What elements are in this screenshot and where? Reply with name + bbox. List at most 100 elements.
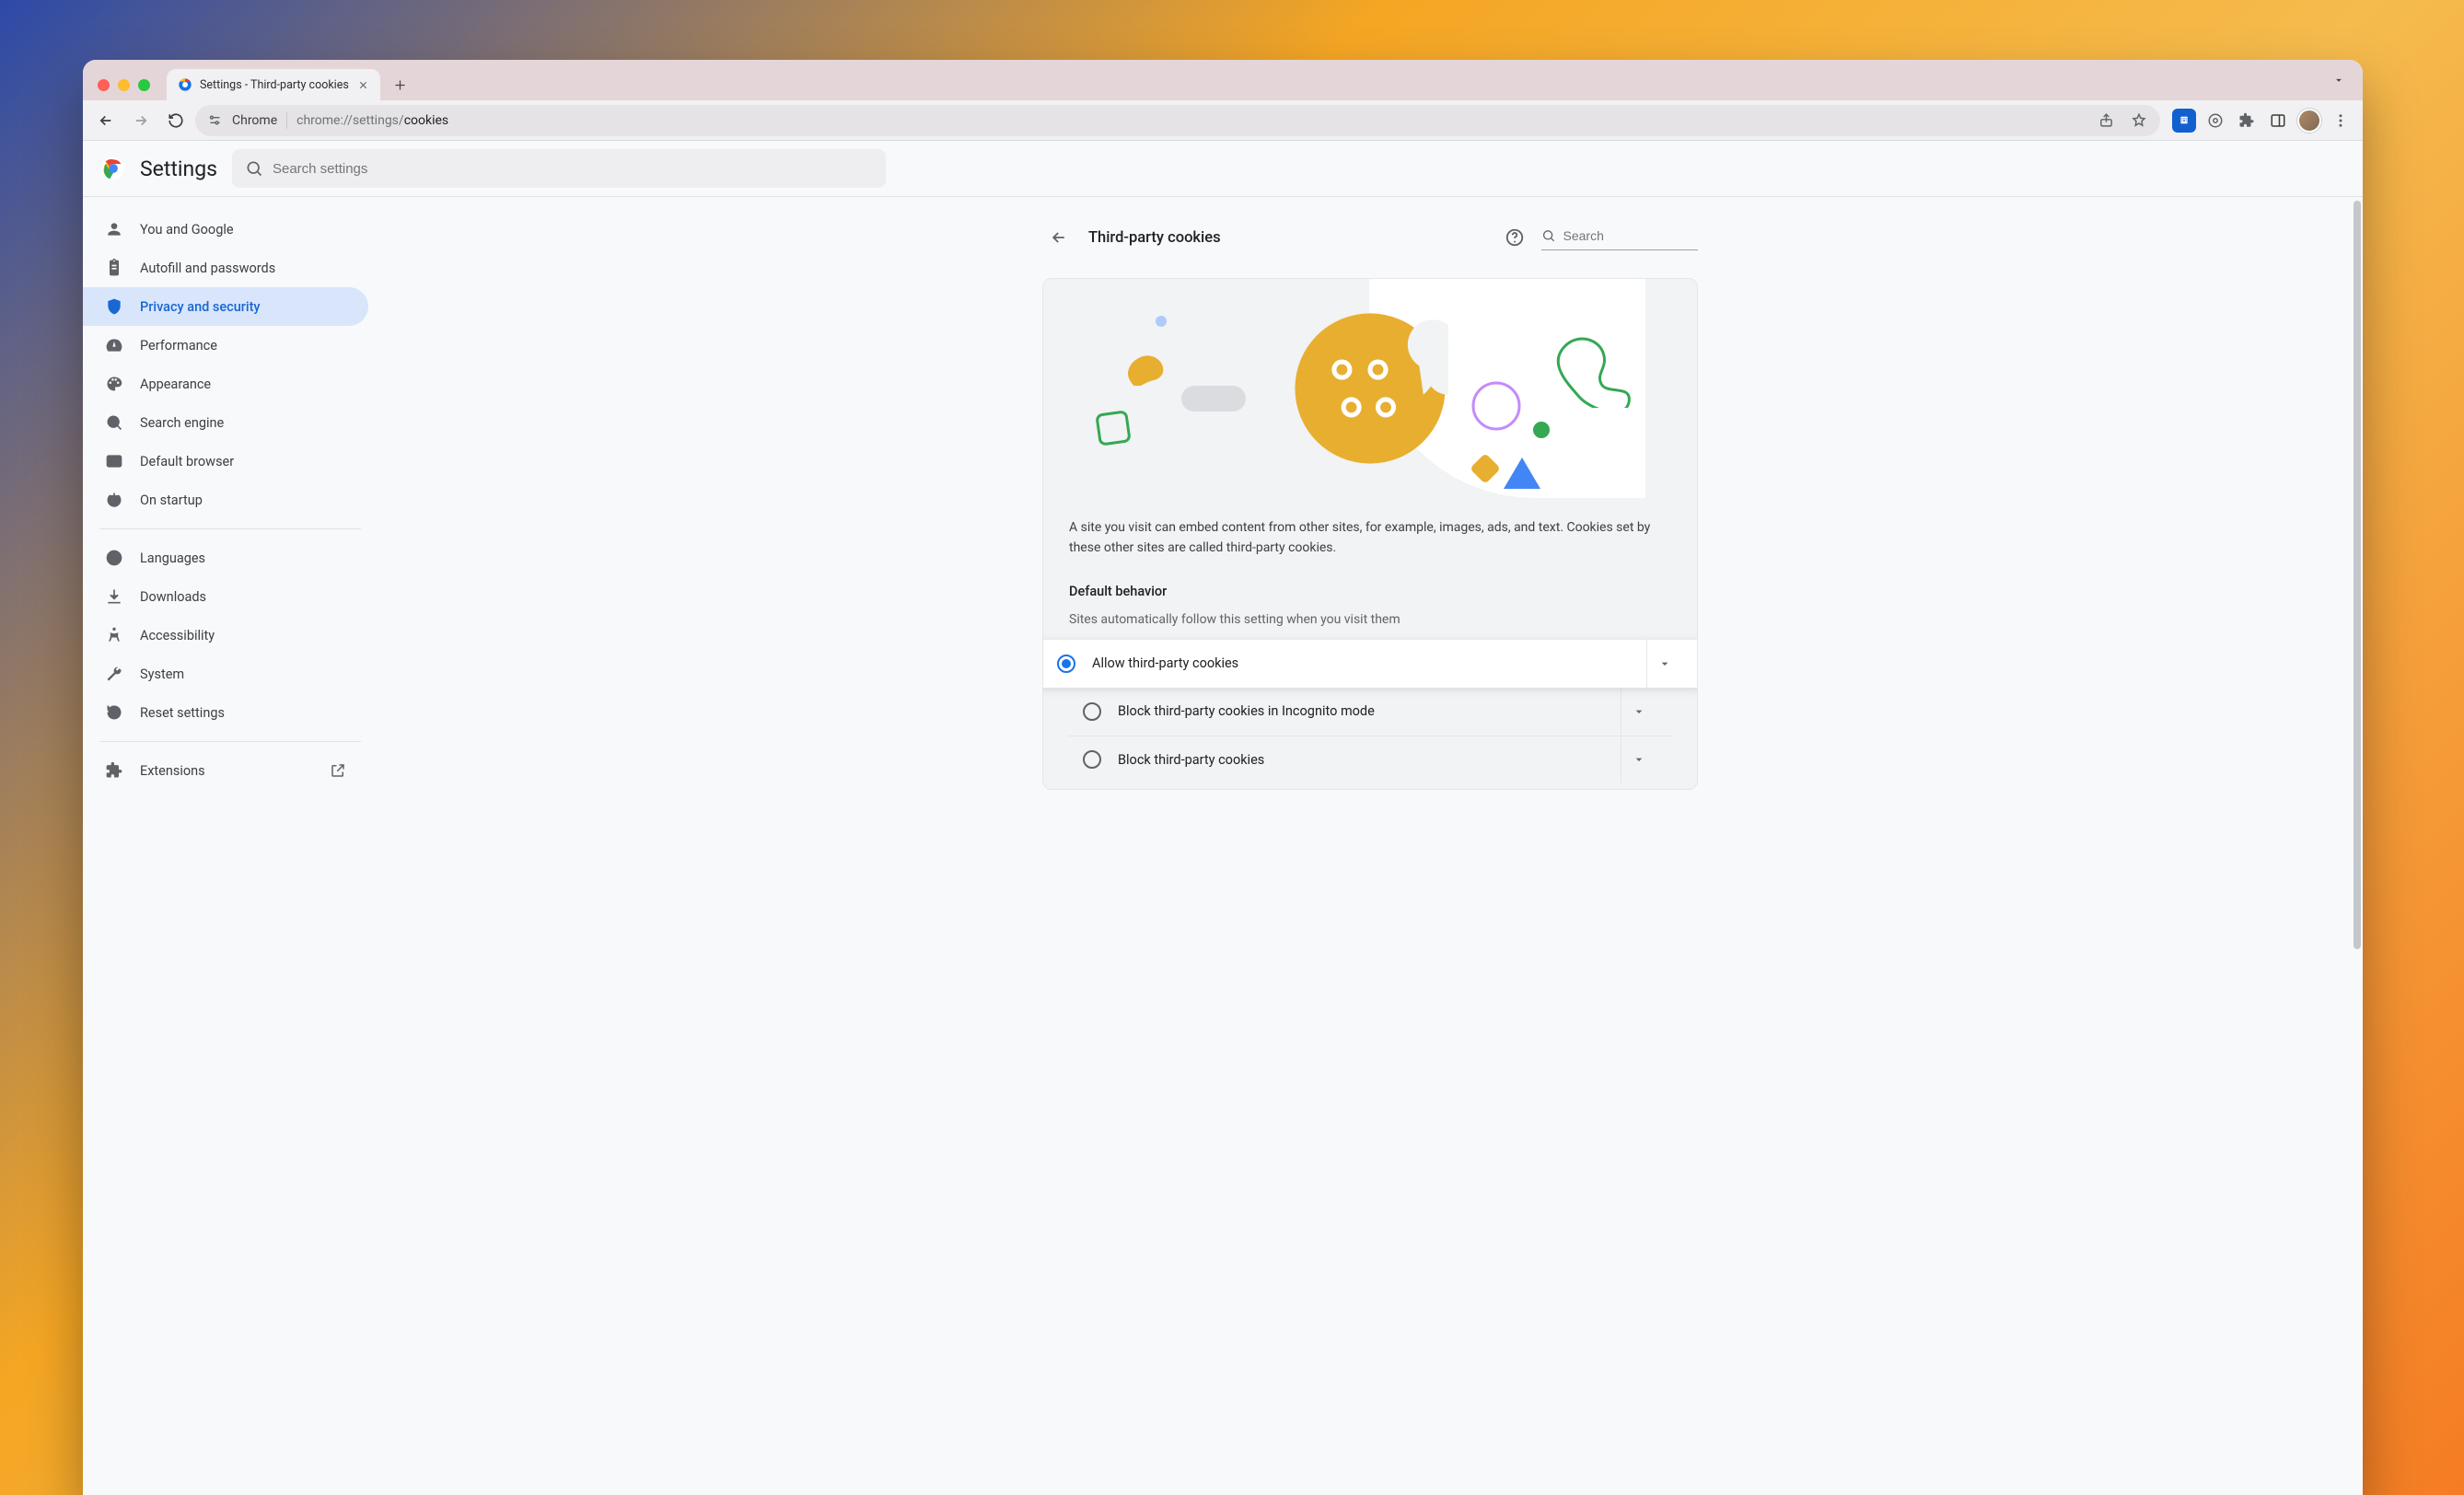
search-icon [105,413,123,432]
chrome-menu-icon[interactable] [2326,106,2355,135]
sidebar-label: Search engine [140,415,224,431]
default-behavior-title: Default behavior [1069,582,1671,602]
minimize-window-button[interactable] [118,79,130,91]
sidebar-item-accessibility[interactable]: Accessibility [83,616,368,655]
url-text: chrome://settings/cookies [296,113,2083,128]
speedometer-icon [105,336,123,354]
sidebar-label: Performance [140,338,217,353]
sidebar-label: Reset settings [140,705,225,721]
sidebar-label: Downloads [140,589,206,605]
sidebar-item-performance[interactable]: Performance [83,326,368,365]
omnibox-divider [286,112,287,129]
tab-list-dropdown[interactable] [2328,69,2350,91]
settings-header: Settings [83,141,2363,196]
sidebar-item-languages[interactable]: Languages [83,539,368,577]
sidebar-item-you-and-google[interactable]: You and Google [83,210,368,249]
accessibility-icon [105,626,123,644]
reset-icon [105,703,123,722]
external-link-icon [330,762,346,779]
expand-option-button[interactable] [1621,736,1656,783]
close-tab-button[interactable] [356,77,371,92]
browser-tab[interactable]: Settings - Third-party cookies [167,69,380,100]
power-icon [105,491,123,509]
shield-icon [105,297,123,316]
sidebar-divider [99,528,361,529]
person-icon [105,220,123,238]
zoom-window-button[interactable] [138,79,150,91]
window-controls [92,79,159,100]
side-panel-icon[interactable] [2263,106,2293,135]
search-icon [1541,227,1556,244]
radio-icon [1083,750,1101,769]
sidebar-label: Autofill and passwords [140,261,275,276]
sidebar-item-system[interactable]: System [83,655,368,693]
globe-icon [105,549,123,567]
download-icon [105,587,123,606]
browser-toolbar: Chrome chrome://settings/cookies ⧈ [83,100,2363,141]
cookies-card: A site you visit can embed content from … [1042,278,1698,790]
sidebar-item-downloads[interactable]: Downloads [83,577,368,616]
scrollbar[interactable] [2354,201,2361,1491]
expand-option-button[interactable] [1621,688,1656,736]
extension-area: ⧈ [2164,106,2355,135]
pane-back-button[interactable] [1042,221,1075,254]
sidebar-item-privacy[interactable]: Privacy and security [83,287,368,326]
search-settings-input[interactable] [273,161,873,177]
puzzle-icon [105,761,123,780]
sidebar-label: Accessibility [140,628,215,643]
pane-search-input[interactable] [1563,228,1698,243]
sidebar-item-on-startup[interactable]: On startup [83,481,368,519]
clipboard-icon [105,259,123,277]
sidebar-label: Appearance [140,377,211,392]
chrome-window: Settings - Third-party cookies [83,60,2363,1495]
option-label: Allow third-party cookies [1092,655,1238,671]
sidebar-label: Languages [140,550,205,566]
help-icon[interactable] [1505,227,1525,248]
search-icon [245,159,263,178]
site-info-icon[interactable] [206,112,223,129]
profile-avatar[interactable] [2295,106,2324,135]
sidebar-item-reset[interactable]: Reset settings [83,693,368,732]
sidebar-label: Default browser [140,454,234,469]
sidebar-item-extensions[interactable]: Extensions [83,751,368,790]
option-allow-third-party[interactable]: Allow third-party cookies [1042,640,1698,688]
reload-button[interactable] [160,105,192,136]
settings-sidebar: You and Google Autofill and passwords Pr… [83,197,378,1495]
new-tab-button[interactable] [388,72,413,98]
expand-option-button[interactable] [1646,640,1681,688]
sidebar-label: On startup [140,493,203,508]
address-bar[interactable]: Chrome chrome://settings/cookies [195,105,2160,136]
bookmark-star-icon[interactable] [2125,107,2153,134]
search-settings-field[interactable] [232,149,886,188]
extensions-puzzle-icon[interactable] [2232,106,2261,135]
settings-main: Third-party cookies [378,197,2363,1495]
option-block-third-party[interactable]: Block third-party cookies [1068,736,1672,783]
sidebar-item-default-browser[interactable]: Default browser [83,442,368,481]
sidebar-item-appearance[interactable]: Appearance [83,365,368,403]
wrench-icon [105,665,123,683]
option-label: Block third-party cookies [1118,752,1264,768]
chrome-logo-icon [101,156,125,180]
settings-page: Settings You and Google Autofill an [83,141,2363,1495]
close-window-button[interactable] [98,79,110,91]
sidebar-divider [99,741,361,742]
pane-title: Third-party cookies [1088,229,1221,247]
share-icon[interactable] [2092,107,2120,134]
sidebar-item-autofill[interactable]: Autofill and passwords [83,249,368,287]
settings-title: Settings [140,156,217,181]
extension-bitwarden-icon[interactable]: ⧈ [2169,106,2199,135]
radio-icon [1057,655,1075,673]
option-label: Block third-party cookies in Incognito m… [1118,703,1375,719]
option-block-incognito[interactable]: Block third-party cookies in Incognito m… [1068,688,1672,736]
cookies-description: A site you visit can embed content from … [1069,518,1671,558]
radio-icon [1083,702,1101,721]
extension-generic-icon[interactable] [2201,106,2230,135]
settings-favicon-icon [178,77,192,92]
forward-button[interactable] [125,105,157,136]
url-site-label: Chrome [232,113,277,128]
sidebar-item-search-engine[interactable]: Search engine [83,403,368,442]
back-button[interactable] [90,105,122,136]
sidebar-label: Privacy and security [140,299,261,315]
pane-header: Third-party cookies [1042,221,1698,254]
pane-search[interactable] [1541,226,1698,250]
